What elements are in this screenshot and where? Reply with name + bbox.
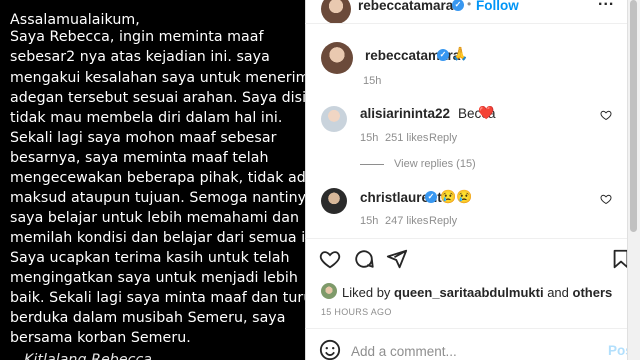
statement-line: saya belajar untuk lebih memahami dan bbox=[10, 210, 299, 226]
statement-line: maksud ataupun tujuan. Semoga nantinya bbox=[10, 190, 305, 206]
statement-line: mengingatkan saya untuk menjadi lebih bbox=[10, 270, 298, 286]
statement-line: memilah kondisi dan belajar dari semua i… bbox=[10, 230, 305, 246]
comment-emoji: 😢😢 bbox=[440, 189, 473, 204]
statement-line: Sekali lagi saya mohon maaf sebesar bbox=[10, 130, 277, 146]
caption-avatar[interactable] bbox=[321, 42, 353, 74]
caption-time: 15h bbox=[363, 75, 382, 87]
statement-signature: Kitlalang Rebecca bbox=[24, 352, 153, 360]
statement-line: mengecewakan beberapa pihak, tidak ada bbox=[10, 170, 305, 186]
comment-emoji: ❤️ bbox=[478, 105, 495, 120]
caption-emoji: 🙏 bbox=[452, 46, 469, 61]
statement-line: Saya Rebecca, ingin meminta maaf bbox=[10, 29, 264, 45]
statement-line: mengakui kesalahan saya untuk menerima bbox=[10, 70, 305, 86]
comment-time: 15h bbox=[360, 132, 379, 144]
comment-bubble-icon[interactable] bbox=[353, 248, 375, 270]
header-username[interactable]: rebeccatamara bbox=[358, 0, 453, 13]
statement-line: Saya ucapkan terima kasih untuk telah bbox=[10, 250, 290, 266]
comment-likes[interactable]: 251 likes bbox=[385, 132, 428, 144]
liked-by-middle: and bbox=[543, 285, 573, 300]
actions-divider bbox=[305, 238, 627, 239]
statement-line: sebesar2 nya atas kejadian ini. saya bbox=[10, 49, 270, 65]
like-comment-heart-icon[interactable] bbox=[600, 109, 612, 121]
post-image: Assalamualaikum, Saya Rebecca, ingin mem… bbox=[0, 0, 305, 360]
liked-by-prefix: Liked by bbox=[342, 285, 395, 300]
follow-button[interactable]: Follow bbox=[476, 0, 519, 13]
statement-line: berduka dalam musibah Semeru, saya bbox=[10, 310, 286, 326]
comment-time: 15h bbox=[360, 215, 379, 227]
composer-divider bbox=[305, 328, 627, 329]
header-divider bbox=[305, 23, 627, 24]
more-options-icon[interactable]: ... bbox=[598, 0, 614, 10]
share-paper-plane-icon[interactable] bbox=[386, 248, 408, 270]
view-replies-line bbox=[360, 164, 384, 165]
liked-by-user[interactable]: queen_saritaabdulmukti bbox=[394, 285, 544, 300]
commenter-avatar[interactable] bbox=[321, 188, 347, 214]
statement-line: bersama korban Semeru. bbox=[10, 330, 191, 346]
view-replies-button[interactable]: View replies (15) bbox=[394, 158, 476, 170]
statement-line: adegan tersebut sesuai arahan. Saya disi… bbox=[10, 90, 305, 106]
liked-by-summary[interactable]: Liked by queen_saritaabdulmukti and othe… bbox=[342, 285, 612, 300]
liked-by-others[interactable]: others bbox=[573, 285, 613, 300]
statement-line: besarnya, saya meminta maaf telah bbox=[10, 150, 269, 166]
emoji-smiley-icon[interactable] bbox=[319, 339, 341, 360]
verified-badge-icon: ✓ bbox=[425, 191, 437, 203]
comment-input[interactable] bbox=[351, 341, 591, 360]
comment-username[interactable]: alisiarininta22 bbox=[360, 106, 450, 121]
commenter-avatar[interactable] bbox=[321, 106, 347, 132]
post-time: 15 HOURS AGO bbox=[321, 307, 392, 317]
header-separator: • bbox=[467, 0, 472, 11]
comment-likes[interactable]: 247 likes bbox=[385, 215, 428, 227]
like-comment-heart-icon[interactable] bbox=[600, 193, 612, 205]
reply-button[interactable]: Reply bbox=[429, 132, 457, 144]
scrollbar-thumb[interactable] bbox=[630, 0, 637, 232]
verified-badge-icon: ✓ bbox=[437, 49, 449, 61]
like-heart-icon[interactable] bbox=[319, 248, 341, 270]
reply-button[interactable]: Reply bbox=[429, 215, 457, 227]
liker-avatar[interactable] bbox=[321, 283, 337, 299]
statement-line: tidak mau membela diri dalam hal ini. bbox=[10, 110, 283, 126]
statement-line: baik. Sekali lagi saya minta maaf dan tu… bbox=[10, 290, 305, 306]
